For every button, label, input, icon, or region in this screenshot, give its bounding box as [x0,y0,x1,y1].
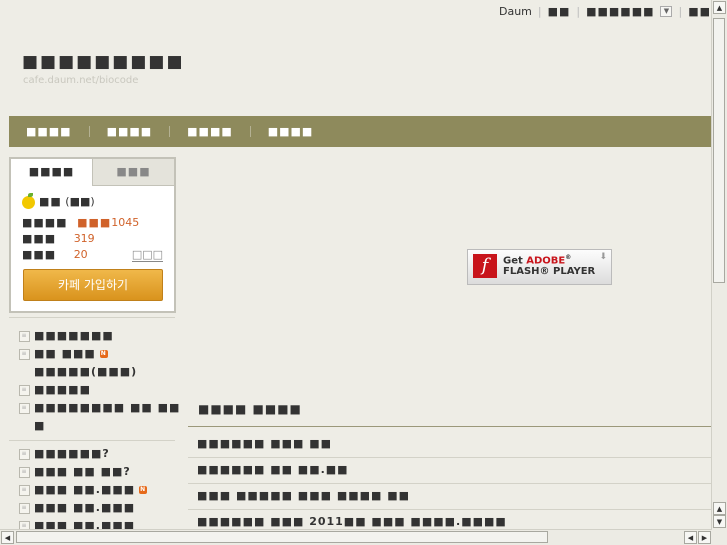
menu-list-2: ≡ ■■■■■■? ≡ ■■■ ■■ ■■? ≡ ■■■ ■■.■■■ N ≡ ■■■ ■■.■… [19,445,148,535]
top-link-1[interactable]: ■■ [548,5,571,18]
members-row: ■■■■ ■■■1045 [22,216,139,229]
vertical-scrollbar[interactable]: ▲ ▲ ▼ [711,0,727,530]
tab-my-info[interactable]: ■■■ [92,159,174,186]
flash-logo-icon: f [473,254,497,278]
new-badge: N [139,486,148,494]
menu-list-label: ■■■ ■■ ■■? [34,465,131,478]
row3-label: ■■■ [22,232,57,245]
post-item[interactable]: ■■■■■■ ■■■ 2011■■ ■■■ ■■■■.■■■■ [197,515,507,528]
top-link-3[interactable]: ■■ [688,5,711,18]
menu-list-item[interactable]: ≡ ■■■■■■■■ ■■ ■■ [19,399,180,417]
menu-list-item[interactable]: ■ [19,417,180,435]
cafe-info-box: ■■■■ ■■■ ■■ (■■) ■■■■ ■■■1045 ■■■ 319 ■■… [9,157,176,313]
new-badge: N [99,350,108,358]
scroll-up-icon[interactable]: ▲ [713,1,726,14]
menu-list-item[interactable]: ■■■■■(■■■) [19,363,180,381]
top-utility-bar: Daum | ■■ | ■■■■■■ ▼ | ■■ [499,3,711,19]
main-menu-bar: ■■■■ ■■■■ ■■■■ ■■■■ [9,116,712,147]
flash-player-label: FLASH® PLAYER [503,266,596,277]
row-3: ■■■ 319 [22,232,95,245]
row-4: ■■■ 20 □□□ [22,248,163,262]
menu-list-label: ■■■■■■■■ ■■ ■■ [34,401,181,414]
menu-item-2[interactable]: ■■■■ [90,125,170,138]
level-name: ■■ [39,195,62,208]
board-icon: ≡ [19,385,30,396]
menu-list-label: ■■■■■(■■■) [34,365,138,378]
post-item[interactable]: ■■■■■■ ■■ ■■.■■ [197,463,349,476]
menu-list-label: ■■■■■■■ [34,329,114,342]
members-label: ■■■■ [22,216,68,229]
menu-list-1: ≡ ■■■■■■■ ≡ ■■ ■■■ N ■■■■■(■■■) ≡ ■■■■■ ≡ ■■■■■■■… [19,327,180,435]
divider [9,317,175,318]
menu-list-item[interactable]: ≡ ■■■ ■■.■■■ [19,499,147,517]
daum-link[interactable]: Daum [499,5,532,18]
menu-item-1[interactable]: ■■■■ [9,125,89,138]
members-count[interactable]: 1045 [111,216,139,229]
menu-list-label: ■■■ ■■.■■■ [34,483,136,496]
menu-item-3[interactable]: ■■■■ [170,125,250,138]
divider [188,483,712,484]
flash-get: Get [503,255,523,267]
scroll-left-icon[interactable]: ◀ [684,531,697,544]
scroll-left-icon[interactable]: ◀ [1,531,14,544]
scroll-right-icon[interactable]: ▶ [698,531,711,544]
vertical-scroll-thumb[interactable] [713,18,725,283]
horizontal-scrollbar[interactable]: ◀ ◀ ▶ [0,529,712,545]
board-icon: ≡ [19,403,30,414]
separator: | [576,4,581,18]
scroll-up-icon[interactable]: ▲ [713,502,726,515]
menu-list-item[interactable]: ≡ ■■■■■■■ [19,327,180,345]
menu-list-item[interactable]: ≡ ■■■ ■■.■■■ N [19,481,148,499]
top-link-2[interactable]: ■■■■■■ [586,5,654,18]
members-key: ■■■ [77,216,112,229]
scroll-down-icon[interactable]: ▼ [713,515,726,528]
cafe-url[interactable]: cafe.daum.net/biocode [23,75,138,86]
menu-list-item[interactable]: ≡ ■■ ■■■ N [19,345,180,363]
divider [188,509,712,510]
board-icon: ≡ [19,503,30,514]
menu-list-item[interactable]: ≡ ■■■■■ [19,381,180,399]
menu-list-item[interactable]: ≡ ■■■■■■? [19,445,147,463]
menu-item-4[interactable]: ■■■■ [251,125,331,138]
board-title: ■■■■ ■■■■ [198,402,302,416]
cafe-title[interactable]: ■■■■■■■■■ [22,52,185,72]
menu-list-label: ■■■ ■■.■■■ [34,501,136,514]
join-cafe-button[interactable]: 카페 가입하기 [23,269,163,301]
chevron-down-icon[interactable]: ▼ [660,5,673,17]
board-icon: ≡ [19,349,30,360]
scroll-corner [712,530,727,545]
separator: | [537,4,542,18]
board-icon: ≡ [19,449,30,460]
row4-value: 20 [73,248,88,261]
board-icon: ≡ [19,331,30,342]
board-title-underline [188,426,712,427]
menu-list-label: ■■■■■ [34,383,91,396]
menu-list-item[interactable]: ≡ ■■■ ■■ ■■? [19,463,147,481]
row3-value: 319 [73,232,95,245]
get-flash-player-button[interactable]: f Get ADOBE® FLASH® PLAYER ⬇ [467,249,612,285]
divider [9,440,175,441]
divider [188,457,712,458]
board-icon: ≡ [19,485,30,496]
cafe-level-row: ■■ (■■) [22,192,95,209]
post-item[interactable]: ■■■ ■■■■■ ■■■ ■■■■ ■■ [197,489,410,502]
level-paren: (■■) [65,195,95,208]
separator: | [678,4,683,18]
flash-adobe: ADOBE [526,255,566,267]
row4-link[interactable]: □□□ [131,248,163,262]
row4-label: ■■■ [22,248,57,261]
menu-list-label: ■ [34,419,46,432]
menu-list-label: ■■■■■■? [34,447,110,460]
flash-reg: ® [565,254,572,261]
apple-icon [22,192,35,209]
board-icon: ≡ [19,467,30,478]
download-arrow-icon: ⬇ [599,252,607,262]
tab-cafe-info[interactable]: ■■■■ [11,159,92,186]
menu-list-label: ■■ ■■■ [34,347,96,360]
horizontal-scroll-thumb[interactable] [16,531,548,543]
post-item[interactable]: ■■■■■■ ■■■ ■■ [197,437,332,450]
